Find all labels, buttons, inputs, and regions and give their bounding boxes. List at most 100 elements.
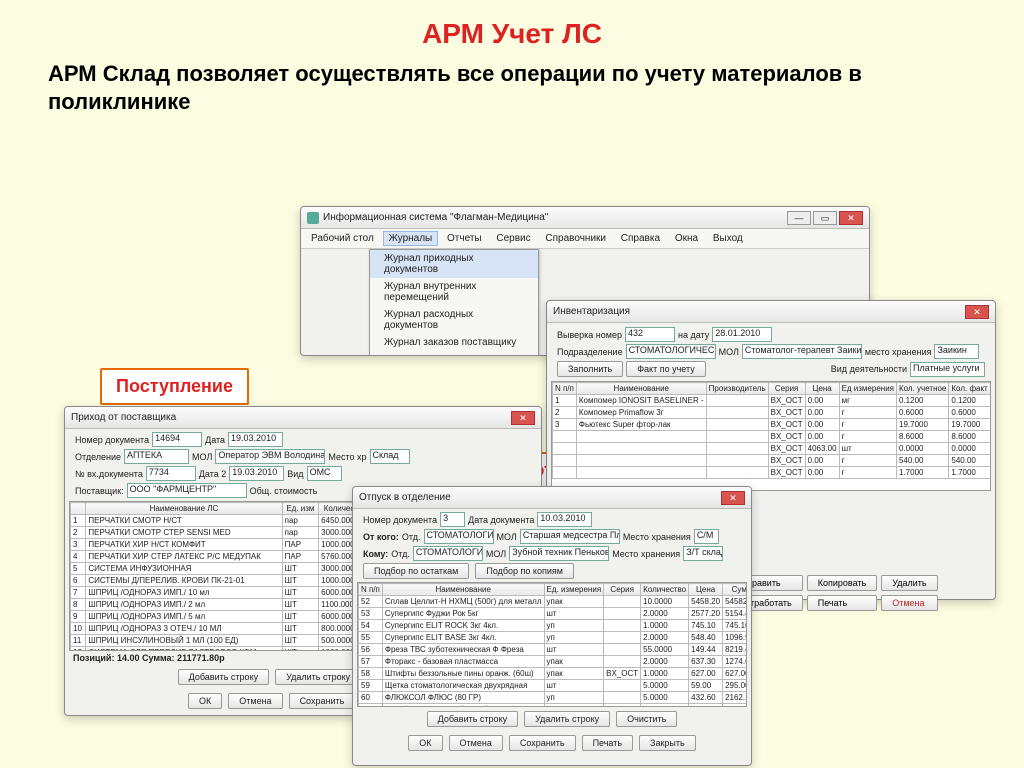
dropdown-income[interactable]: Журнал приходных документов: [370, 250, 538, 278]
dis-add[interactable]: Добавить строку: [427, 711, 518, 727]
dis-tdept[interactable]: СТОМАТОЛОГИЧ: [413, 546, 483, 561]
dis-undo[interactable]: Отмена: [449, 735, 503, 751]
rec-date[interactable]: 19.03.2010: [228, 432, 283, 447]
menu-journals[interactable]: Журналы: [383, 231, 439, 246]
dropdown-expense[interactable]: Журнал расходных документов: [370, 306, 538, 334]
slide-title: АРМ Учет ЛС: [0, 0, 1024, 50]
table-row[interactable]: BX_OCT4063.00шт0.00000.00000.00000.0000: [553, 443, 992, 455]
rec-invno[interactable]: 7734: [146, 466, 196, 481]
menu-windows[interactable]: Окна: [669, 231, 704, 246]
dis-docno[interactable]: 3: [440, 512, 465, 527]
main-title: Информационная система "Флагман-Медицина…: [323, 212, 548, 223]
inv-store[interactable]: Заикин: [934, 344, 979, 359]
dis-ok[interactable]: ОК: [408, 735, 442, 751]
dis-del[interactable]: Удалить строку: [524, 711, 610, 727]
rec-date2[interactable]: 19.03.2010: [229, 466, 284, 481]
dis-docno-l: Номер документа: [363, 515, 437, 525]
dis-title: Отпуск в отделение: [359, 492, 451, 503]
side-print[interactable]: Печать: [807, 595, 877, 611]
dis-clr[interactable]: Очистить: [616, 711, 677, 727]
table-row[interactable]: 1Компомер IONOSIT BASELINER -BX_OCT0.00м…: [553, 395, 992, 407]
inv-mol[interactable]: Стоматолог-терапевт Заикин С: [742, 344, 862, 359]
inv-date-label: на дату: [678, 330, 709, 340]
dis-fdept[interactable]: СТОМАТОЛОГИЧ: [424, 529, 494, 544]
rec-ok[interactable]: ОК: [188, 693, 222, 709]
rec-close[interactable]: ✕: [511, 411, 535, 425]
table-row[interactable]: 59Щетка стоматологическая двухряднаяшт5.…: [359, 680, 748, 692]
inv-checkno[interactable]: 432: [625, 327, 675, 342]
table-row[interactable]: 55Супергипс ELIT BASE 3кг 4кл.уп2.000054…: [359, 632, 748, 644]
table-row[interactable]: BX_OCT0.00г540.00540.000.00000.0000: [553, 455, 992, 467]
table-row[interactable]: 2Компомер Primaflow 3гBX_OCT0.00г0.60000…: [553, 407, 992, 419]
min-button[interactable]: —: [787, 211, 811, 225]
inv-fact-btn[interactable]: Факт по учету: [626, 361, 706, 377]
rec-title: Приход от поставщика: [71, 412, 176, 423]
table-row[interactable]: 57Фторакс - базовая пластмассаупак2.0000…: [359, 656, 748, 668]
main-menubar[interactable]: Рабочий стол Журналы Отчеты Сервис Справ…: [301, 229, 869, 249]
rec-docno[interactable]: 14694: [152, 432, 202, 447]
rec-del[interactable]: Удалить строку: [275, 669, 361, 685]
rec-mol[interactable]: Оператор ЭВМ Володина А.С: [215, 449, 325, 464]
dis-fdept-l: Отд.: [402, 532, 421, 542]
inv-close[interactable]: ✕: [965, 305, 989, 319]
callout-receipt: Поступление: [100, 368, 249, 405]
dis-fstore[interactable]: С/М: [694, 529, 719, 544]
menu-exit[interactable]: Выход: [707, 231, 749, 246]
table-row[interactable]: 56Фреза ТВС зуботехническая Ф Фрезашт55.…: [359, 644, 748, 656]
rec-save[interactable]: Сохранить: [289, 693, 356, 709]
side-delete[interactable]: Удалить: [881, 575, 937, 591]
rec-mol-l: МОЛ: [192, 452, 212, 462]
menu-reports[interactable]: Отчеты: [441, 231, 488, 246]
table-row[interactable]: 52Сплав Целлит-Н НХМЦ (500г) для металлу…: [359, 596, 748, 608]
table-row[interactable]: 60ФЛЮКСОЛ ФЛЮС (80 ГР)уп5.0000432.602162…: [359, 692, 748, 704]
side-copy[interactable]: Копировать: [807, 575, 877, 591]
inv-act[interactable]: Платные услуги: [910, 362, 985, 377]
dropdown-inventory[interactable]: Инвентаризация: [370, 351, 538, 356]
dropdown-internal[interactable]: Журнал внутренних перемещений: [370, 278, 538, 306]
dis-fmol[interactable]: Старшая медсестра Платонова: [520, 529, 620, 544]
table-row[interactable]: 58Штифты беззольные пины оранж. (60ш)упа…: [359, 668, 748, 680]
journals-dropdown[interactable]: Журнал приходных документов Журнал внутр…: [369, 249, 539, 356]
table-row[interactable]: BX_OCT0.00г8.60008.60000.00000.0000: [553, 431, 992, 443]
menu-desktop[interactable]: Рабочий стол: [305, 231, 380, 246]
menu-help[interactable]: Справка: [615, 231, 666, 246]
rec-invno-l: № вх.документа: [75, 469, 143, 479]
inv-dept[interactable]: СТОМАТОЛОГИЧЕС: [626, 344, 716, 359]
dis-save[interactable]: Сохранить: [509, 735, 576, 751]
rec-supplier[interactable]: ООО "ФАРМЦЕНТР": [127, 483, 247, 498]
dis-tstore[interactable]: З/Т склад: [683, 546, 723, 561]
dis-tmol[interactable]: Зубной техник Пеньков Н В: [509, 546, 609, 561]
rec-dept[interactable]: АПТЕКА: [124, 449, 189, 464]
table-row[interactable]: 54Супергипс ELIT ROCK 3кг 4кл.уп1.000074…: [359, 620, 748, 632]
menu-service[interactable]: Сервис: [490, 231, 536, 246]
rec-pay[interactable]: ОМС: [307, 466, 342, 481]
inv-date[interactable]: 28.01.2010: [712, 327, 772, 342]
rec-add[interactable]: Добавить строку: [178, 669, 269, 685]
dis-date[interactable]: 10.03.2010: [537, 512, 592, 527]
dis-closeb[interactable]: Закрыть: [639, 735, 696, 751]
dis-from-l: От кого:: [363, 532, 399, 542]
rec-pay-l: Вид: [287, 469, 303, 479]
inv-dept-label: Подразделение: [557, 347, 623, 357]
rec-undo[interactable]: Отмена: [228, 693, 282, 709]
rec-dept-l: Отделение: [75, 452, 121, 462]
dis-table[interactable]: N п/пНаименованиеЕд. измеренияСерияКолич…: [358, 583, 747, 707]
table-row[interactable]: BX_OCT0.00г1.70001.70000.00000.0000: [553, 467, 992, 479]
dis-close[interactable]: ✕: [721, 491, 745, 505]
table-row[interactable]: 3Фьютекс Super фтор-лакBX_OCT0.00г19.700…: [553, 419, 992, 431]
inv-table[interactable]: N п/пНаименованиеПроизводительСерияЦенаЕ…: [552, 382, 991, 479]
rec-store[interactable]: Склад: [370, 449, 410, 464]
max-button[interactable]: ▭: [813, 211, 837, 225]
dis-print[interactable]: Печать: [582, 735, 633, 751]
dropdown-orders[interactable]: Журнал заказов поставщику: [370, 334, 538, 351]
rec-supp-l: Поставщик:: [75, 486, 124, 496]
menu-directories[interactable]: Справочники: [539, 231, 612, 246]
side-cancel[interactable]: Отмена: [881, 595, 937, 611]
inv-fill-btn[interactable]: Заполнить: [557, 361, 623, 377]
table-row[interactable]: 53Супергипс Фуджи Рок 5кгшт2.00002577.20…: [359, 608, 748, 620]
dis-pickcopy[interactable]: Подбор по копиям: [475, 563, 574, 579]
dis-date-l: Дата документа: [468, 515, 534, 525]
close-button[interactable]: ✕: [839, 211, 863, 225]
dis-tstore-l: Место хранения: [612, 549, 680, 559]
dis-pickrem[interactable]: Подбор по остаткам: [363, 563, 469, 579]
